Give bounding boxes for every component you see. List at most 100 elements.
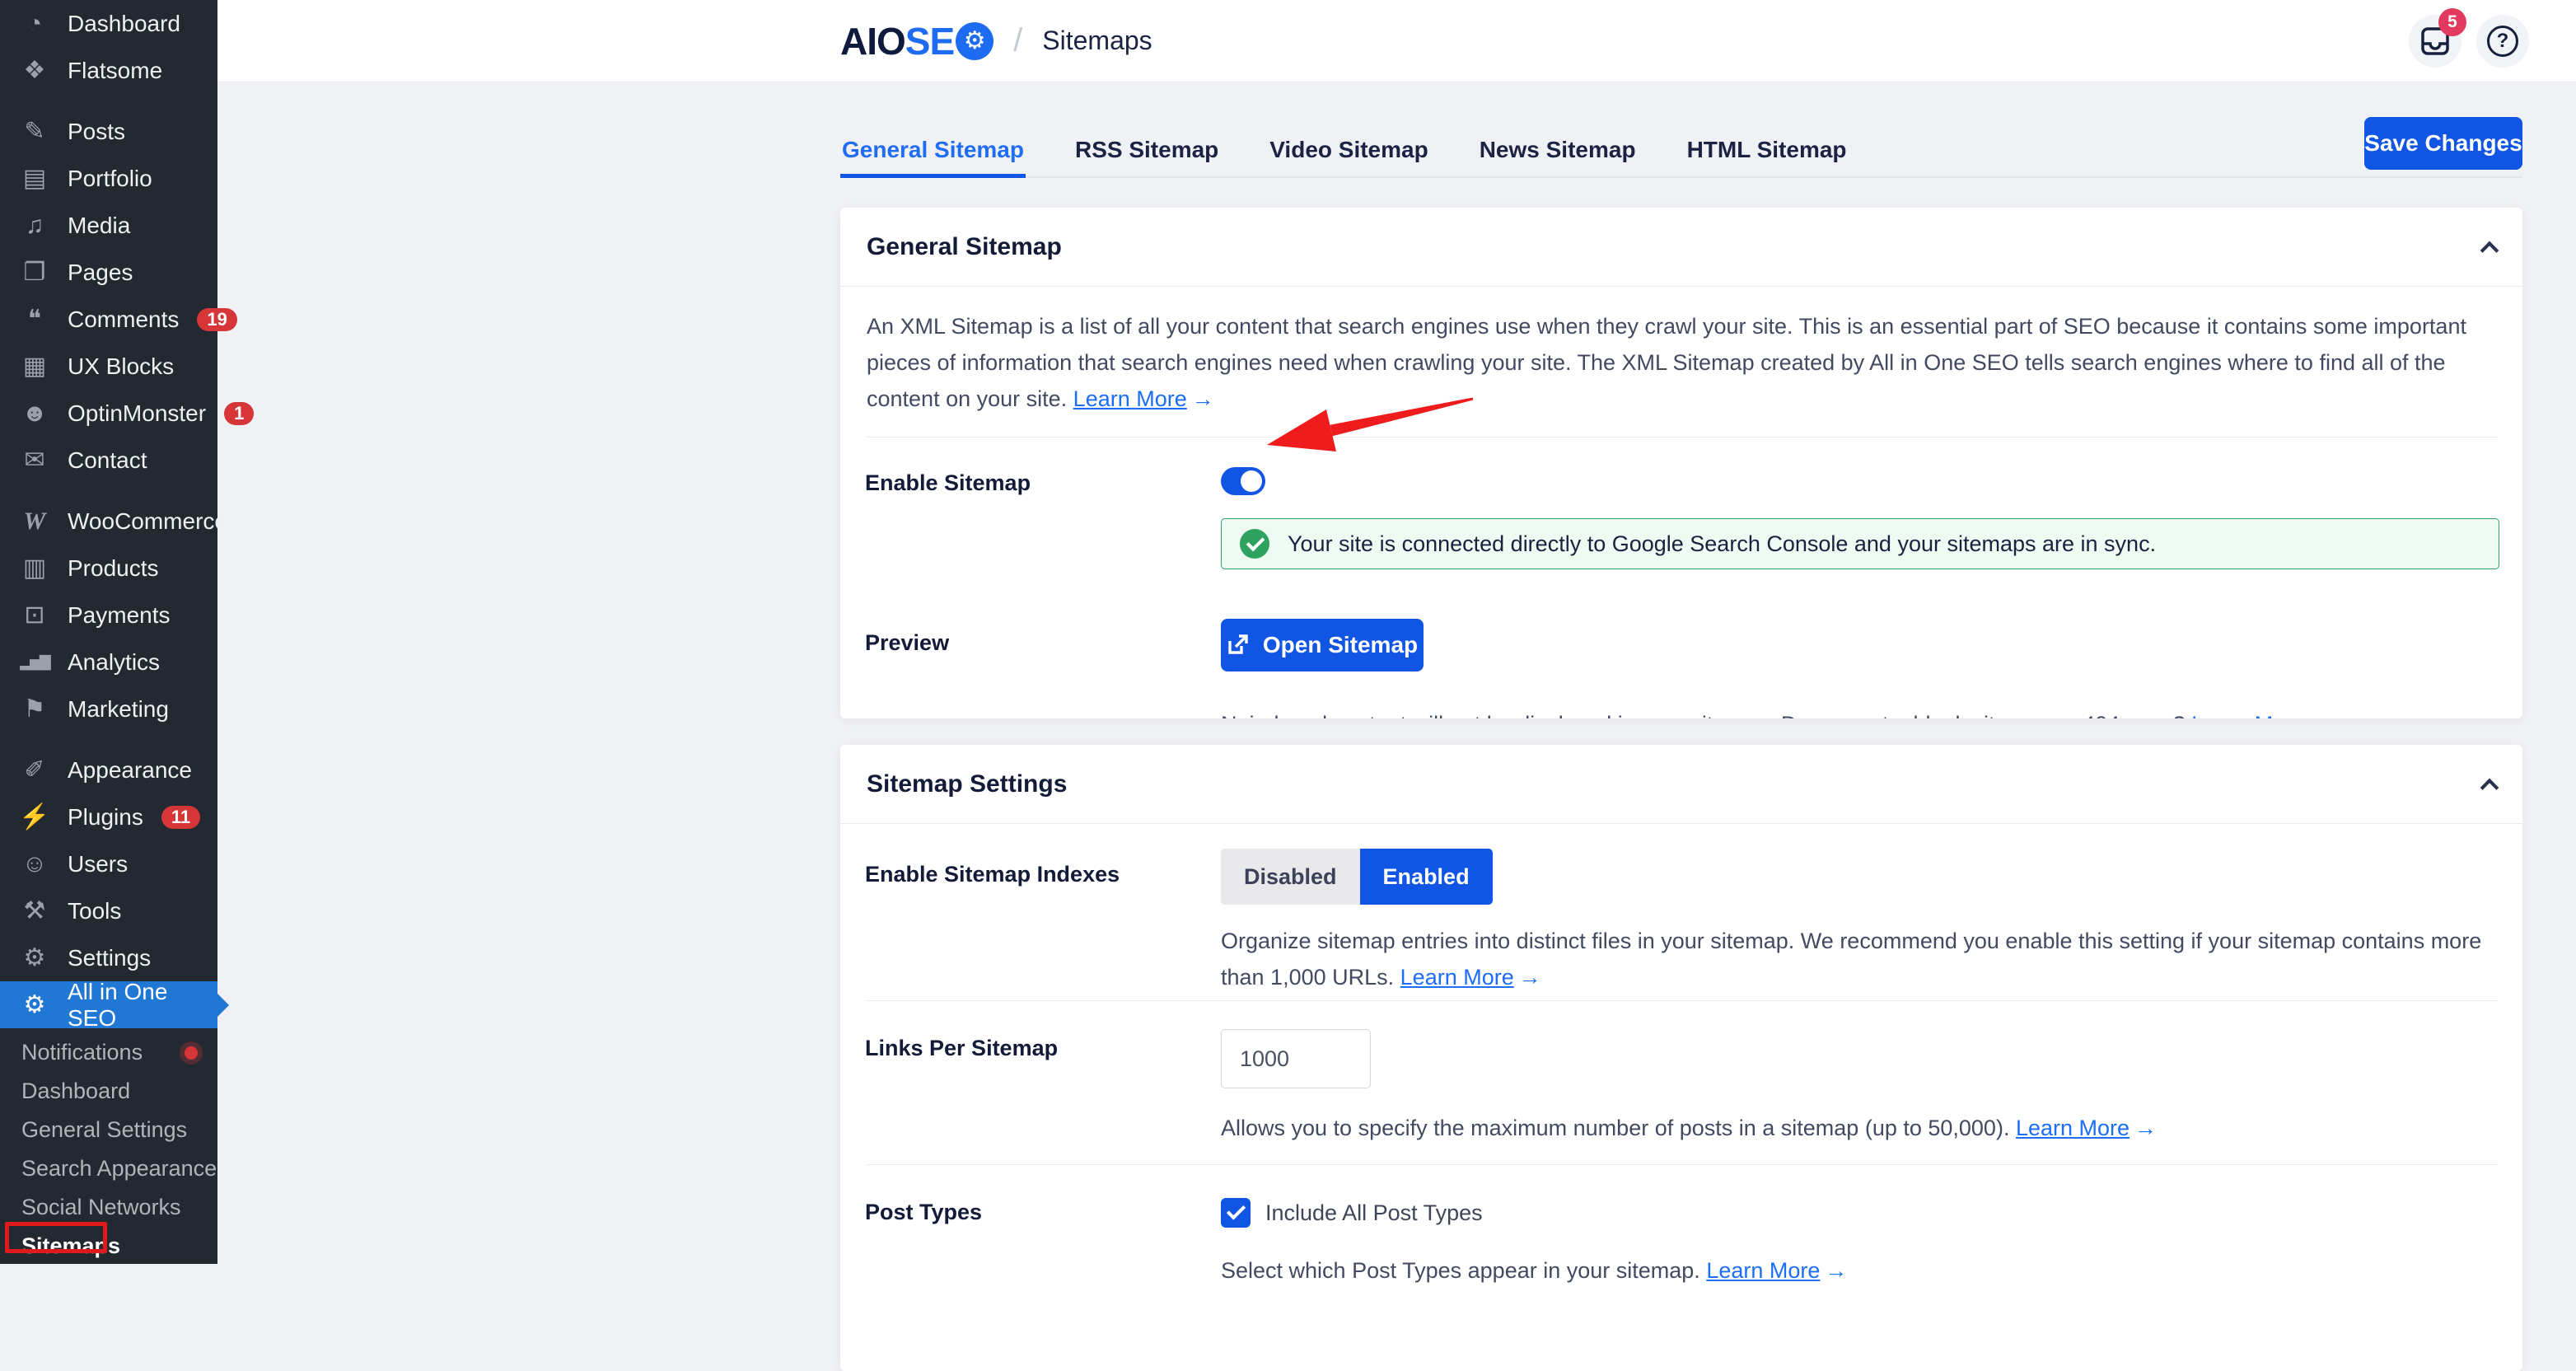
post-types-label: Post Types xyxy=(865,1198,1221,1289)
megaphone-icon: ⚑ xyxy=(18,695,51,723)
sidebar-item-label: Tools xyxy=(68,898,121,924)
sidebar-item-dashboard[interactable]: ◔ Dashboard xyxy=(0,0,217,47)
page-title: Sitemaps xyxy=(1042,26,1152,56)
links-per-sitemap-input[interactable] xyxy=(1221,1029,1371,1088)
sidebar-item-label: Comments xyxy=(68,306,179,333)
sitemap-settings-card: Sitemap Settings Enable Sitemap Indexes … xyxy=(840,745,2522,1371)
plugins-count-badge: 11 xyxy=(161,806,200,829)
include-all-post-types-checkbox[interactable] xyxy=(1221,1198,1251,1228)
open-sitemap-button[interactable]: Open Sitemap xyxy=(1221,619,1424,671)
enable-sitemap-toggle[interactable] xyxy=(1221,467,1265,495)
tab-rss-sitemap[interactable]: RSS Sitemap xyxy=(1073,124,1220,176)
submenu-item-search-appearance[interactable]: Search Appearance xyxy=(0,1149,217,1188)
woocommerce-icon: W xyxy=(18,508,51,536)
sidebar-item-label: Flatsome xyxy=(68,58,162,84)
links-description: Allows you to specify the maximum number… xyxy=(1221,1110,2498,1146)
sidebar-item-label: Products xyxy=(68,555,159,582)
tab-general-sitemap[interactable]: General Sitemap xyxy=(840,124,1026,176)
arrow-glyph: → xyxy=(1192,386,1214,411)
sidebar-item-appearance[interactable]: ✐ Appearance xyxy=(0,746,217,793)
preview-label: Preview xyxy=(865,619,1221,718)
sidebar-item-media[interactable]: ♫ Media xyxy=(0,202,217,249)
sidebar-item-optinmonster[interactable]: ☻ OptinMonster 1 xyxy=(0,390,217,437)
notifications-inbox-button[interactable]: 5 xyxy=(2409,15,2461,68)
check-circle-icon xyxy=(1240,529,1269,559)
optinmonster-count-badge: 1 xyxy=(224,402,254,425)
tab-video-sitemap[interactable]: Video Sitemap xyxy=(1268,124,1429,176)
sidebar-item-ux-blocks[interactable]: ▦ UX Blocks xyxy=(0,343,217,390)
sidebar-item-portfolio[interactable]: ▤ Portfolio xyxy=(0,155,217,202)
shopping-bag-icon: ▥ xyxy=(18,554,51,583)
sidebar-item-all-in-one-seo[interactable]: ⚙ All in One SEO xyxy=(0,981,217,1028)
sidebar-item-label: Analytics xyxy=(68,649,160,676)
enable-sitemap-label: Enable Sitemap xyxy=(865,467,1221,569)
sidebar-item-label: OptinMonster xyxy=(68,400,206,427)
preview-note: Noindexed content will not be displayed … xyxy=(1221,708,2498,718)
sidebar-item-flatsome[interactable]: ❖ Flatsome xyxy=(0,47,217,94)
sidebar-item-label: Pages xyxy=(68,260,133,286)
save-changes-button[interactable]: Save Changes xyxy=(2364,117,2522,170)
learn-more-link[interactable]: Learn More xyxy=(1073,386,1187,411)
sidebar-separator xyxy=(0,484,217,498)
settings-sliders-icon: ⚙ xyxy=(18,943,51,972)
sidebar-item-label: Contact xyxy=(68,447,147,474)
question-mark-icon: ? xyxy=(2487,26,2518,57)
pushpin-icon: ✎ xyxy=(18,117,51,146)
enable-sitemap-indexes-label: Enable Sitemap Indexes xyxy=(865,849,1221,995)
learn-more-link[interactable]: Learn More xyxy=(2016,1116,2130,1140)
sidebar-item-label: Posts xyxy=(68,119,125,145)
flatsome-diamond-icon: ❖ xyxy=(18,56,51,85)
learn-more-link[interactable]: Learn More xyxy=(1706,1258,1820,1283)
sidebar-item-tools[interactable]: ⚒ Tools xyxy=(0,887,217,934)
sitemap-tabs: General Sitemap RSS Sitemap Video Sitema… xyxy=(840,124,2522,178)
sidebar-item-label: UX Blocks xyxy=(68,353,174,380)
sidebar-item-analytics[interactable]: ▂▅▇ Analytics xyxy=(0,639,217,686)
monster-icon: ☻ xyxy=(18,400,51,428)
sidebar-item-pages[interactable]: ❐ Pages xyxy=(0,249,217,296)
submenu-item-sitemaps[interactable]: Sitemaps xyxy=(0,1227,217,1266)
media-icon: ♫ xyxy=(18,212,51,240)
help-button[interactable]: ? xyxy=(2476,15,2529,68)
learn-more-link[interactable]: Learn More xyxy=(1400,965,1514,990)
gsc-sync-alert: Your site is connected directly to Googl… xyxy=(1221,518,2499,569)
sidebar-item-contact[interactable]: ✉ Contact xyxy=(0,437,217,484)
comment-bubble-icon: ❝ xyxy=(18,305,51,334)
folder-icon: ▤ xyxy=(18,164,51,193)
enabled-option-button[interactable]: Enabled xyxy=(1360,849,1493,905)
sidebar-item-marketing[interactable]: ⚑ Marketing xyxy=(0,686,217,732)
sidebar-item-products[interactable]: ▥ Products xyxy=(0,545,217,592)
tab-news-sitemap[interactable]: News Sitemap xyxy=(1478,124,1638,176)
arrow-glyph: → xyxy=(2134,1116,2157,1140)
sidebar-item-label: Users xyxy=(68,851,128,877)
sidebar-item-label: Portfolio xyxy=(68,166,152,192)
blocks-icon: ▦ xyxy=(18,352,51,381)
wp-admin-sidebar: ◔ Dashboard ❖ Flatsome ✎ Posts ▤ Portfol… xyxy=(0,0,217,1264)
collapse-chevron-icon[interactable] xyxy=(2480,241,2499,260)
sidebar-item-woocommerce[interactable]: W WooCommerce xyxy=(0,498,217,545)
learn-more-link[interactable]: Learn More xyxy=(2191,712,2305,718)
disabled-option-button[interactable]: Disabled xyxy=(1221,849,1360,905)
submenu-item-general-settings[interactable]: General Settings xyxy=(0,1111,217,1149)
card-title: Sitemap Settings xyxy=(867,770,1067,798)
sidebar-item-label: Appearance xyxy=(68,757,192,784)
sidebar-item-payments[interactable]: ⊡ Payments xyxy=(0,592,217,639)
submenu-item-notifications[interactable]: Notifications xyxy=(0,1033,217,1072)
breadcrumb: AIOSE ⚙ / Sitemaps xyxy=(840,19,1152,63)
sidebar-item-users[interactable]: ☺ Users xyxy=(0,840,217,887)
sidebar-item-label: Plugins xyxy=(68,804,143,831)
sidebar-item-plugins[interactable]: ⚡ Plugins 11 xyxy=(0,793,217,840)
sidebar-item-settings[interactable]: ⚙ Settings xyxy=(0,934,217,981)
sidebar-item-comments[interactable]: ❝ Comments 19 xyxy=(0,296,217,343)
tab-html-sitemap[interactable]: HTML Sitemap xyxy=(1685,124,1849,176)
payments-icon: ⊡ xyxy=(18,601,51,629)
card-title: General Sitemap xyxy=(867,233,1062,261)
sidebar-item-posts[interactable]: ✎ Posts xyxy=(0,108,217,155)
toggle-knob xyxy=(1241,470,1262,492)
sidebar-item-label: Marketing xyxy=(68,696,169,723)
aioseo-logo: AIO xyxy=(840,19,905,63)
submenu-item-social-networks[interactable]: Social Networks xyxy=(0,1188,217,1227)
aioseo-submenu: Notifications Dashboard General Settings… xyxy=(0,1028,217,1266)
submenu-item-dashboard[interactable]: Dashboard xyxy=(0,1072,217,1111)
sidebar-item-label: Payments xyxy=(68,602,171,629)
collapse-chevron-icon[interactable] xyxy=(2480,778,2499,797)
